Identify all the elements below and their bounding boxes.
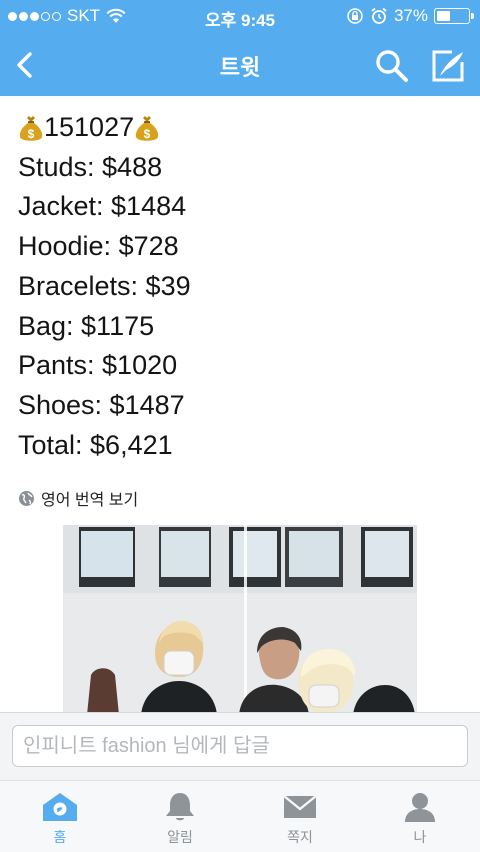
- nav-bar: 트윗: [0, 34, 480, 96]
- tweet-first-line: $ 151027 $: [18, 108, 468, 148]
- tab-notifications[interactable]: 알림: [120, 781, 240, 852]
- tab-messages[interactable]: 쪽지: [240, 781, 360, 852]
- tab-messages-label: 쪽지: [287, 829, 313, 845]
- tweet-line-pants: Pants: $1020: [18, 350, 178, 381]
- home-icon: [43, 793, 77, 821]
- envelope-icon: [283, 795, 317, 818]
- money-bag-icon: $: [19, 115, 43, 141]
- battery-percent: 37%: [393, 6, 428, 25]
- compose-icon[interactable]: [430, 48, 466, 84]
- tab-home[interactable]: 홈: [0, 781, 120, 852]
- tweet-body: $ 151027 $ Studs: $488 Jacket: $1484 Hoo…: [18, 108, 468, 465]
- status-bar: SKT 오후 9:45 37%: [0, 0, 480, 34]
- tweet-line-studs: Studs: $488: [18, 151, 163, 182]
- person-icon: [405, 793, 435, 822]
- tweet-line-bag: Bag: $1175: [18, 310, 155, 341]
- reply-input[interactable]: [12, 725, 468, 767]
- reply-bar: [0, 712, 480, 780]
- globe-icon: [19, 490, 34, 506]
- tab-bar: 홈 알림 쪽지 나: [0, 780, 480, 852]
- svg-text:$: $: [28, 127, 35, 141]
- tab-me[interactable]: 나: [360, 781, 480, 852]
- search-icon[interactable]: [374, 48, 410, 84]
- translate-link[interactable]: 영어 번역 보기: [18, 486, 138, 510]
- tweet-date: 151027: [44, 112, 135, 142]
- svg-text:$: $: [144, 127, 151, 141]
- tab-me-label: 나: [413, 829, 427, 845]
- alarm-icon: [371, 7, 387, 24]
- translate-label: 영어 번역 보기: [41, 492, 139, 509]
- tweet-line-bracelets: Bracelets: $39: [18, 270, 191, 301]
- tab-notifications-label: 알림: [167, 829, 193, 845]
- tweet-line-shoes: Shoes: $1487: [18, 389, 185, 420]
- tweet-photo[interactable]: [63, 525, 417, 715]
- tweet-line-total: Total: $6,421: [18, 429, 173, 460]
- bell-icon: [166, 793, 194, 821]
- tab-home-label: 홈: [53, 829, 67, 845]
- battery-icon: [434, 8, 474, 24]
- photo-scene: [63, 525, 417, 715]
- tweet-line-hoodie: Hoodie: $728: [18, 231, 179, 262]
- tweet-line-jacket: Jacket: $1484: [18, 191, 187, 222]
- status-right: 37%: [346, 6, 474, 26]
- money-bag-icon: $: [135, 115, 159, 141]
- orientation-lock-icon: [347, 8, 363, 24]
